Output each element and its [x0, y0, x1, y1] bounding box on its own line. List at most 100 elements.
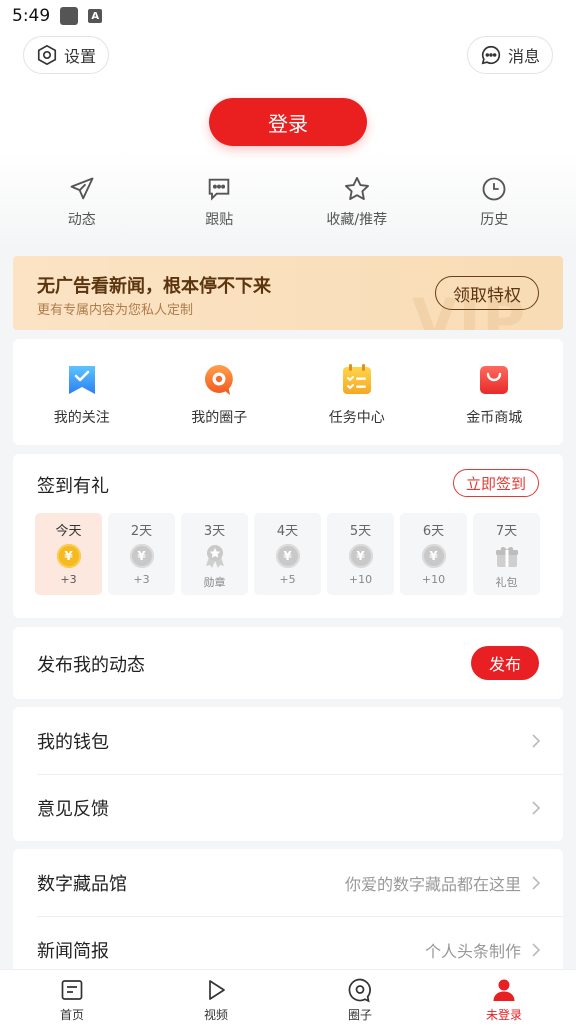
quick-action-favorites[interactable]: 收藏/推荐: [288, 175, 426, 235]
feature-grid: 我的关注 我的圈子 任务中心 金币商城: [13, 339, 563, 445]
menu-row-feedback[interactable]: 意见反馈: [13, 774, 563, 841]
tab-label: 未登录: [485, 1008, 522, 1022]
chevron-right-icon: [532, 800, 541, 815]
quick-actions: 动态 跟贴 收藏/推荐 历史: [13, 175, 563, 235]
tab-circle[interactable]: 圈子: [288, 970, 432, 1024]
day-label: 5天: [349, 524, 372, 539]
feature-my-follows[interactable]: 我的关注: [13, 339, 151, 445]
quick-action-label: 收藏/推荐: [326, 212, 388, 228]
day-reward: +3: [133, 573, 150, 586]
quick-action-dynamics[interactable]: 动态: [13, 175, 151, 235]
feature-task-center[interactable]: 任务中心: [288, 339, 426, 445]
signin-day[interactable]: 2天 ¥ +3: [108, 513, 175, 595]
tab-label: 圈子: [347, 1008, 372, 1022]
menu-row-digital-collectibles[interactable]: 数字藏品馆 你爱的数字藏品都在这里: [13, 849, 563, 916]
bottom-tab-bar: 首页 视频 圈子 未登录: [0, 969, 576, 1024]
signin-days: 今天 ¥ +3 2天 ¥ +3 3天 勋章 4天 ¥ +5 5天 ¥ +10 6…: [35, 513, 540, 595]
coin-icon: ¥: [129, 544, 154, 568]
day-label: 3天: [203, 524, 226, 539]
chevron-right-icon: [532, 942, 541, 957]
star-icon: [344, 176, 369, 200]
row-label: 意见反馈: [37, 798, 109, 820]
tab-label: 视频: [203, 1008, 228, 1022]
claim-privilege-button[interactable]: 领取特权: [435, 276, 539, 310]
chevron-right-icon: [532, 733, 541, 748]
day-reward: +3: [60, 573, 77, 586]
publish-button[interactable]: 发布: [471, 646, 539, 680]
coin-icon: ¥: [348, 544, 373, 568]
quick-action-comments[interactable]: 跟贴: [151, 175, 289, 235]
row-hint: 你爱的数字藏品都在这里: [344, 874, 521, 894]
row-hint: 个人头条制作: [424, 941, 521, 961]
signin-day[interactable]: 3天 勋章: [181, 513, 248, 595]
settings-button[interactable]: 设置: [23, 36, 110, 74]
send-icon: [70, 177, 94, 200]
coin-icon: ¥: [275, 544, 300, 568]
comment-icon: [208, 178, 230, 201]
vip-banner[interactable]: VIP 无广告看新闻，根本停不下来 更有专属内容为您私人定制 领取特权: [13, 256, 563, 330]
vip-title: 无广告看新闻，根本停不下来: [37, 276, 271, 297]
publish-card: 发布我的动态 发布: [13, 627, 563, 699]
status-time: 5:49: [12, 6, 51, 26]
feature-my-circles[interactable]: 我的圈子: [151, 339, 289, 445]
settings-icon: [37, 44, 57, 66]
day-reward: +10: [348, 573, 373, 586]
messages-label: 消息: [507, 47, 540, 66]
day-reward: 礼包: [495, 576, 518, 589]
menu-row-wallet[interactable]: 我的钱包: [13, 707, 563, 774]
gold-coin-icon: ¥: [56, 544, 81, 568]
signin-day[interactable]: 今天 ¥ +3: [35, 513, 102, 595]
row-label: 数字藏品馆: [37, 873, 127, 895]
tab-home[interactable]: 首页: [0, 970, 144, 1024]
feature-label: 我的关注: [53, 410, 110, 426]
signin-day[interactable]: 4天 ¥ +5: [254, 513, 321, 595]
play-icon: [209, 980, 225, 1000]
day-label: 6天: [422, 524, 445, 539]
signin-card: 签到有礼 立即签到 今天 ¥ +3 2天 ¥ +3 3天 勋章 4天 ¥ +5: [13, 454, 563, 618]
tab-video[interactable]: 视频: [144, 970, 288, 1024]
quick-action-label: 历史: [480, 212, 509, 228]
coin-icon: ¥: [421, 544, 446, 568]
day-reward: +5: [279, 573, 296, 586]
feature-label: 任务中心: [328, 410, 385, 426]
tab-profile[interactable]: 未登录: [432, 970, 576, 1024]
circle-chat-icon: [205, 365, 234, 395]
signin-day[interactable]: 5天 ¥ +10: [327, 513, 394, 595]
wallet-menu: 我的钱包 意见反馈: [13, 707, 563, 841]
day-label: 今天: [55, 524, 82, 539]
row-label: 我的钱包: [37, 731, 109, 753]
bookmark-icon: [68, 366, 95, 394]
quick-action-label: 跟贴: [205, 212, 234, 228]
status-bar: 5:49 A: [0, 0, 576, 32]
news-icon: [61, 980, 83, 1000]
chevron-right-icon: [532, 875, 541, 890]
day-label: 2天: [130, 524, 153, 539]
message-bubble-icon: [481, 45, 501, 65]
gift-icon: [495, 547, 518, 567]
day-label: 7天: [495, 524, 518, 539]
quick-action-history[interactable]: 历史: [426, 175, 564, 235]
tab-label: 首页: [59, 1008, 84, 1022]
row-label: 新闻简报: [37, 940, 109, 962]
day-label: 4天: [276, 524, 299, 539]
settings-label: 设置: [64, 47, 97, 66]
circle-icon: [348, 978, 371, 1003]
digital-menu: 数字藏品馆 你爱的数字藏品都在这里 新闻简报 个人头条制作: [13, 849, 563, 989]
feature-coin-mall[interactable]: 金币商城: [426, 339, 564, 445]
medal-icon: [205, 545, 224, 568]
signin-now-button[interactable]: 立即签到: [452, 469, 539, 497]
app-indicator-icon: A: [88, 9, 103, 23]
user-icon: [493, 979, 515, 1001]
quick-action-label: 动态: [67, 212, 96, 228]
day-reward: +10: [421, 573, 446, 586]
login-button[interactable]: 登录: [209, 98, 367, 146]
signin-day[interactable]: 6天 ¥ +10: [400, 513, 467, 595]
vip-subtitle: 更有专属内容为您私人定制: [37, 303, 194, 318]
signin-day[interactable]: 7天 礼包: [473, 513, 540, 595]
task-list-icon: [342, 364, 371, 394]
messages-button[interactable]: 消息: [466, 36, 553, 74]
signin-title: 签到有礼: [37, 476, 109, 497]
feature-label: 金币商城: [466, 410, 523, 426]
publish-label: 发布我的动态: [37, 655, 145, 676]
day-reward: 勋章: [203, 576, 226, 589]
